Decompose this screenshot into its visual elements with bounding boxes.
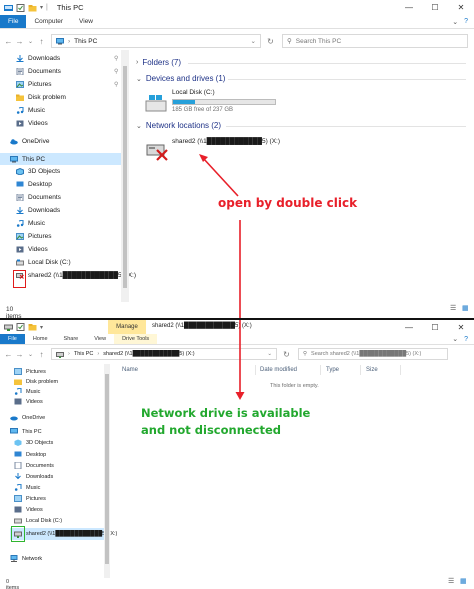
annotation-open-by-double-click: open by double click bbox=[218, 196, 358, 210]
arrow-head bbox=[235, 392, 245, 400]
explorer-window-network-drive: ▾ Manage shared2 (\\1████████████5) (X:)… bbox=[0, 320, 474, 589]
explorer-window-this-pc: ▾ | This PC — ☐ ✕ File Computer View ⌄ ?… bbox=[0, 0, 474, 320]
annotation-arrows bbox=[235, 320, 245, 400]
annotation-arrows bbox=[199, 154, 241, 320]
arrow-to-drive bbox=[202, 157, 239, 197]
